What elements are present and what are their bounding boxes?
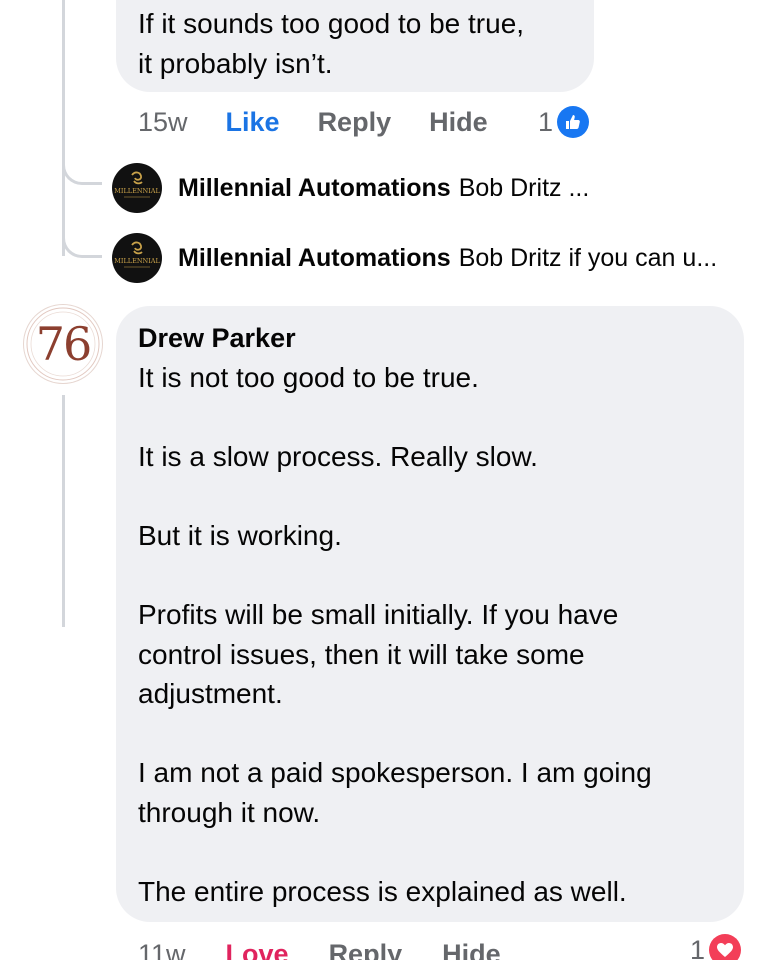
avatar[interactable]: MILLENNIAL (112, 163, 162, 213)
thread-line (62, 0, 65, 256)
reaction-summary[interactable]: 1 (690, 932, 742, 960)
heart-icon (709, 934, 742, 960)
svg-text:MILLENNIAL: MILLENNIAL (114, 257, 160, 265)
comment-actions: 15w Like Reply Hide (138, 104, 488, 140)
reply-text: Bob Dritz if you can u... (458, 243, 718, 272)
avatar[interactable]: 76 (24, 305, 102, 383)
hide-button[interactable]: Hide (429, 107, 488, 138)
comment-text: If it sounds too good to be true, it pro… (138, 8, 525, 79)
reaction-count: 1 (690, 934, 706, 960)
thread-connector (62, 163, 102, 185)
comment-thread: If it sounds too good to be true, it pro… (0, 0, 768, 960)
comment-text: It is not too good to be true. It is a s… (138, 362, 652, 907)
reply-button[interactable]: Reply (329, 939, 403, 960)
avatar-text: 76 (35, 317, 93, 371)
reply-item[interactable]: MILLENNIAL Millennial Automations Bob Dr… (112, 233, 717, 283)
comment-bubble: Drew Parker It is not too good to be tru… (116, 306, 744, 922)
comment-actions: 11w Love Reply Hide (138, 936, 501, 960)
thread-connector (62, 236, 102, 258)
avatar[interactable]: MILLENNIAL (112, 233, 162, 283)
reply-author[interactable]: Millennial Automations (178, 244, 451, 273)
comment-author[interactable]: Drew Parker (138, 320, 722, 356)
reply-item[interactable]: MILLENNIAL Millennial Automations Bob Dr… (112, 163, 589, 213)
reply-text: Bob Dritz ... (458, 173, 590, 202)
comment-time[interactable]: 11w (138, 939, 186, 960)
like-icon (557, 106, 590, 138)
reply-button[interactable]: Reply (318, 107, 392, 138)
comment-time[interactable]: 15w (138, 107, 188, 138)
reply-author[interactable]: Millennial Automations (178, 174, 451, 203)
hide-button[interactable]: Hide (442, 939, 501, 960)
love-button[interactable]: Love (226, 939, 289, 960)
reaction-summary[interactable]: 1 (538, 104, 590, 140)
reaction-count: 1 (538, 106, 554, 137)
like-button[interactable]: Like (226, 107, 280, 138)
comment-bubble: If it sounds too good to be true, it pro… (116, 0, 594, 92)
svg-text:MILLENNIAL: MILLENNIAL (114, 187, 160, 195)
thread-line (62, 395, 65, 627)
